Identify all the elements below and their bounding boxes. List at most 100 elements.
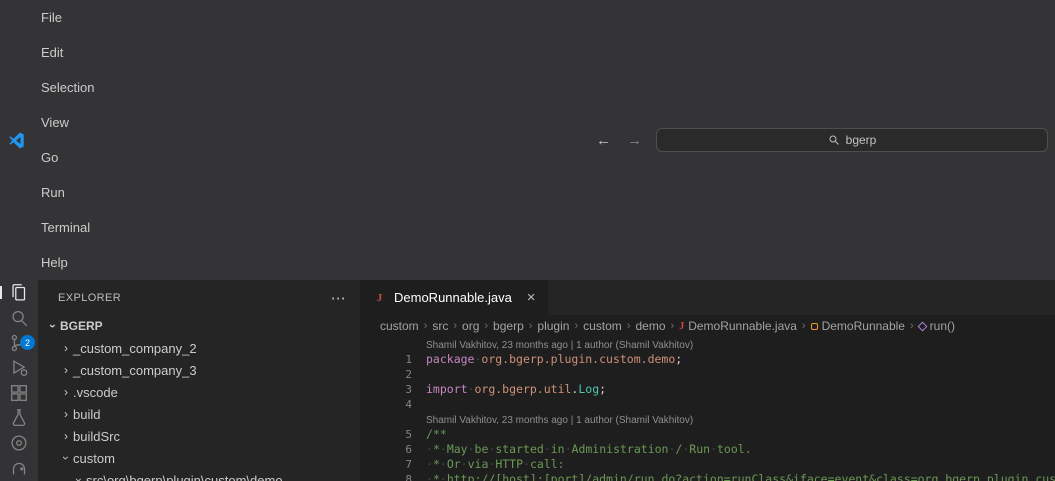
line-number: 6 [405, 443, 412, 456]
line-number: 1 [405, 353, 412, 366]
tree-item--custom-company-3[interactable]: ›_custom_company_3 [38, 359, 360, 381]
breadcrumb-item-org[interactable]: org [462, 319, 479, 333]
explorer-header: EXPLORER [58, 292, 121, 304]
code-area[interactable]: Shamil Vakhitov, 23 months ago | 1 autho… [360, 337, 1055, 481]
code-line-2[interactable]: 2 [360, 367, 1055, 382]
extensions-icon[interactable] [0, 381, 38, 406]
breadcrumb-item-src[interactable]: src [432, 319, 448, 333]
scm-badge: 2 [20, 335, 35, 350]
tree-item-src-org-bgerp-plugin-custom-demo[interactable]: ›src\org\bgerp\plugin\custom\demo [38, 469, 360, 481]
chevron-right-icon: › [59, 342, 73, 354]
code-line-8[interactable]: 8·*·http://[host]:[port]/admin/run.do?ac… [360, 472, 1055, 481]
line-number: 8 [405, 473, 412, 481]
code-line-5[interactable]: 5/** [360, 427, 1055, 442]
tree-item--vscode[interactable]: ›.vscode [38, 381, 360, 403]
code-line-3[interactable]: 3import·org.bgerp.util.Log; [360, 382, 1055, 397]
menu-terminal[interactable]: Terminal [32, 210, 103, 245]
menu-view[interactable]: View [32, 105, 103, 140]
codelens-text[interactable]: Shamil Vakhitov, 23 months ago | 1 autho… [426, 415, 693, 426]
chevron-right-icon: › [59, 364, 73, 376]
tree-item-bgerp[interactable]: ›BGERP [38, 315, 360, 337]
file-tree: ›BGERP›_custom_company_2›_custom_company… [38, 315, 360, 481]
menu-help[interactable]: Help [32, 245, 103, 280]
vscode-logo-icon [0, 132, 32, 149]
breadcrumb-item-bgerp[interactable]: bgerp [493, 319, 524, 333]
search-value: bgerp [846, 133, 877, 147]
breadcrumb-item-run-[interactable]: run() [919, 319, 955, 333]
chevron-down-icon: › [47, 319, 59, 333]
class-symbol-icon [811, 323, 818, 330]
chevron-right-icon: › [671, 320, 675, 332]
tree-item-label: src\org\bgerp\plugin\custom\demo [86, 473, 283, 481]
gutter: 2 [360, 367, 426, 382]
code-line-7[interactable]: 7·*·Or·via·HTTP·call: [360, 457, 1055, 472]
gitlens-icon[interactable] [0, 431, 38, 456]
tree-item-label: .vscode [73, 385, 118, 400]
run-debug-icon[interactable] [0, 355, 38, 380]
chevron-right-icon: › [59, 430, 73, 442]
code-line-1[interactable]: 1package·org.bgerp.plugin.custom.demo; [360, 352, 1055, 367]
chevron-right-icon: › [574, 320, 578, 332]
tree-item-label: _custom_company_2 [73, 341, 197, 356]
menu-edit[interactable]: Edit [32, 35, 103, 70]
breadcrumb-item-demo[interactable]: demo [635, 319, 665, 333]
explorer-icon[interactable] [0, 280, 38, 305]
tree-item-label: _custom_company_3 [73, 363, 197, 378]
chevron-right-icon: › [59, 386, 73, 398]
chevron-down-icon: › [60, 451, 72, 465]
chevron-right-icon: › [453, 320, 457, 332]
tab-demorunnable[interactable]: J DemoRunnable.java × [360, 280, 548, 315]
gradle-icon[interactable] [0, 456, 38, 481]
line-number: 5 [405, 428, 412, 441]
nav-forward-icon[interactable]: → [627, 132, 642, 149]
line-number: 3 [405, 383, 412, 396]
gutter: 5 [360, 427, 426, 442]
source-control-icon[interactable]: 2 [0, 330, 38, 355]
gutter: 3 [360, 382, 426, 397]
gutter: 8 [360, 472, 426, 481]
chevron-right-icon: › [529, 320, 533, 332]
tree-item-buildsrc[interactable]: ›buildSrc [38, 425, 360, 447]
method-symbol-icon [917, 321, 927, 331]
chevron-right-icon: › [59, 408, 73, 420]
gutter: 7 [360, 457, 426, 472]
tree-item--custom-company-2[interactable]: ›_custom_company_2 [38, 337, 360, 359]
menu-file[interactable]: File [32, 0, 103, 35]
tab-bar: J DemoRunnable.java × [360, 280, 1055, 315]
codelens[interactable]: Shamil Vakhitov, 23 months ago | 1 autho… [360, 412, 1055, 427]
tree-item-label: BGERP [60, 319, 103, 333]
chevron-right-icon: › [627, 320, 631, 332]
tab-label: DemoRunnable.java [394, 290, 512, 305]
nav-back-icon[interactable]: ← [596, 132, 611, 149]
breadcrumb-item-custom[interactable]: custom [380, 319, 419, 333]
gutter: 4 [360, 397, 426, 412]
chevron-right-icon: › [802, 320, 806, 332]
explorer-sidebar: EXPLORER ⋯ ›BGERP›_custom_company_2›_cus… [38, 280, 360, 481]
tree-item-label: buildSrc [73, 429, 120, 444]
tree-item-build[interactable]: ›build [38, 403, 360, 425]
line-number: 4 [405, 398, 412, 411]
breadcrumb-item-demorunnable-java[interactable]: JDemoRunnable.java [679, 319, 797, 333]
codelens-text[interactable]: Shamil Vakhitov, 23 months ago | 1 autho… [426, 340, 693, 351]
menu-run[interactable]: Run [32, 175, 103, 210]
search-icon [828, 134, 840, 146]
codelens[interactable]: Shamil Vakhitov, 23 months ago | 1 autho… [360, 337, 1055, 352]
explorer-more-icon[interactable]: ⋯ [331, 289, 346, 307]
code-line-6[interactable]: 6·*·May·be·started·in·Administration·/·R… [360, 442, 1055, 457]
chevron-down-icon: › [73, 473, 85, 481]
editor-pane: J DemoRunnable.java × custom › src › org › bge… [360, 280, 1055, 481]
breadcrumb: custom›src›org›bgerp›plugin›custom›demo›… [360, 315, 1055, 337]
tree-item-custom[interactable]: ›custom [38, 447, 360, 469]
search-box[interactable]: bgerp [656, 128, 1048, 152]
menu-selection[interactable]: Selection [32, 70, 103, 105]
testing-icon[interactable] [0, 406, 38, 431]
menu-go[interactable]: Go [32, 140, 103, 175]
activity-bar: 2 [0, 280, 38, 481]
breadcrumb-item-custom[interactable]: custom [583, 319, 622, 333]
search-view-icon[interactable] [0, 305, 38, 330]
breadcrumb-item-demorunnable[interactable]: DemoRunnable [811, 319, 905, 333]
tab-close-icon[interactable]: × [527, 289, 536, 306]
breadcrumb-item-plugin[interactable]: plugin [537, 319, 569, 333]
code-line-4[interactable]: 4 [360, 397, 1055, 412]
gutter: 6 [360, 442, 426, 457]
